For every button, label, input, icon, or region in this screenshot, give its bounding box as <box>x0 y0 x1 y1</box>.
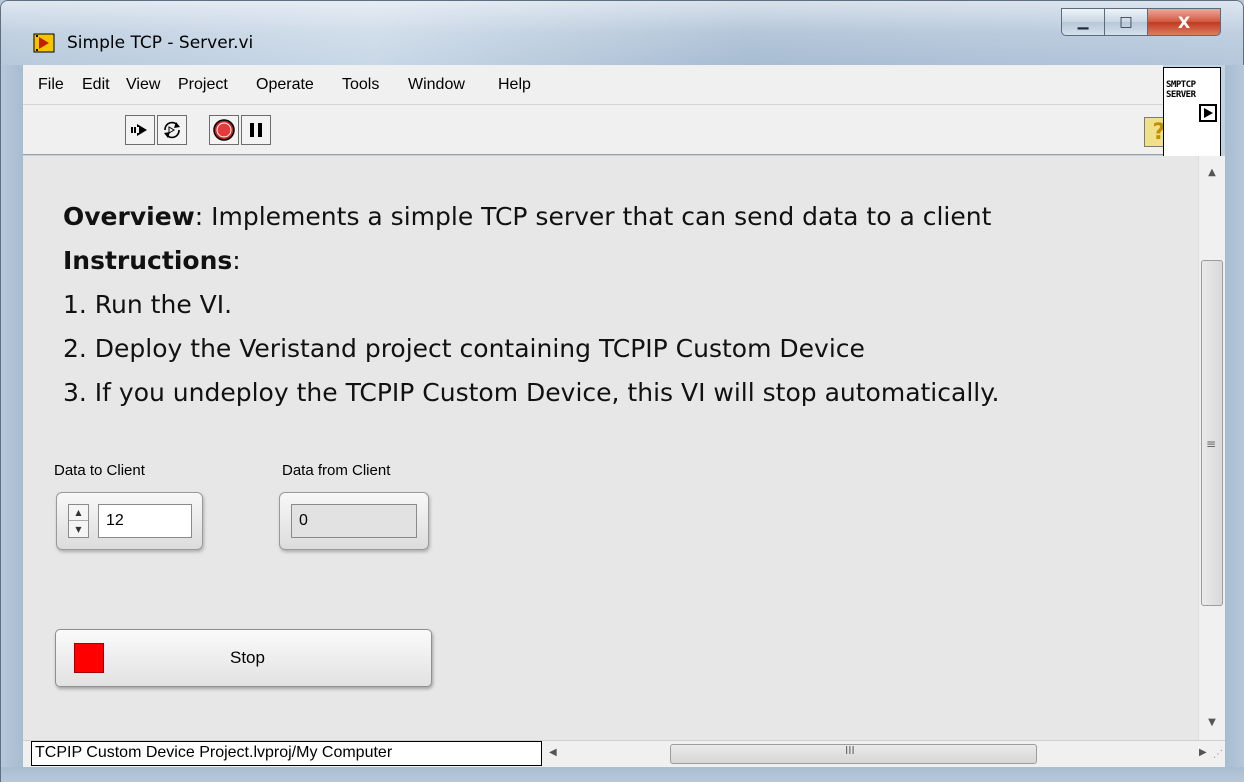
menu-project[interactable]: Project <box>178 76 228 94</box>
data-from-client-label: Data from Client <box>282 462 391 479</box>
data-to-client-label: Data to Client <box>54 462 145 479</box>
minimize-button[interactable]: ▁ <box>1061 8 1105 36</box>
pause-icon <box>250 123 262 137</box>
menu-window[interactable]: Window <box>408 76 465 94</box>
scroll-left-arrow-icon[interactable]: ◀ <box>549 747 557 758</box>
menu-tools[interactable]: Tools <box>342 76 379 94</box>
scroll-right-arrow-icon[interactable]: ▶ <box>1199 747 1207 758</box>
menu-view[interactable]: View <box>126 76 160 94</box>
vi-icon-line2: SERVER <box>1166 90 1196 100</box>
labview-app-icon <box>33 33 55 53</box>
overview-text: : Implements a simple TCP server that ca… <box>194 202 992 231</box>
window-border-left <box>1 65 23 767</box>
data-from-client-value: 0 <box>291 504 417 538</box>
data-to-client-input[interactable]: 12 <box>98 504 192 538</box>
instruction-step-1: 1. Run the VI. <box>63 290 233 319</box>
instructions-line: Instructions: <box>63 246 241 275</box>
stop-button-label: Stop <box>230 648 265 667</box>
menu-operate[interactable]: Operate <box>256 76 314 94</box>
vertical-scrollbar[interactable]: ▲ ≡ ▼ <box>1198 156 1225 740</box>
decrement-arrow-icon[interactable]: ▼ <box>69 521 88 537</box>
instructions-label: Instructions <box>63 246 233 275</box>
vi-icon-text: SMPTCP SERVER <box>1166 80 1196 100</box>
data-to-client-control: ▲ ▼ 12 <box>56 492 203 550</box>
data-to-client-stepper[interactable]: ▲ ▼ <box>68 504 89 538</box>
window-border-bottom <box>1 767 1244 782</box>
increment-arrow-icon[interactable]: ▲ <box>69 505 88 521</box>
title-bar[interactable]: Simple TCP - Server.vi ▁ □ X <box>1 1 1243 65</box>
abort-execution-button[interactable] <box>209 115 239 145</box>
run-button[interactable] <box>125 115 155 145</box>
menu-file[interactable]: File <box>38 76 64 94</box>
resize-grip-icon[interactable]: ⋰ <box>1213 749 1223 760</box>
status-bar: TCPIP Custom Device Project.lvproj/My Co… <box>23 740 1225 767</box>
vi-connector-icon[interactable]: SMPTCP SERVER <box>1163 67 1221 157</box>
vertical-scroll-thumb[interactable] <box>1201 260 1223 606</box>
vi-icon-line1: SMPTCP <box>1166 80 1196 90</box>
overview-line: Overview: Implements a simple TCP server… <box>63 202 991 231</box>
front-panel: Overview: Implements a simple TCP server… <box>23 156 1198 740</box>
run-arrow-icon <box>131 124 147 136</box>
window-controls: ▁ □ X <box>1061 8 1221 36</box>
run-continuously-button[interactable] <box>157 115 187 145</box>
maximize-button[interactable]: □ <box>1104 8 1148 36</box>
stop-button[interactable]: Stop <box>55 629 432 687</box>
menu-edit[interactable]: Edit <box>82 76 110 94</box>
run-glyph-icon <box>1199 104 1217 122</box>
vi-window: Simple TCP - Server.vi ▁ □ X File Edit V… <box>0 0 1244 782</box>
vertical-scroll-grip-icon: ≡ <box>1206 437 1217 451</box>
window-border-right <box>1225 65 1244 767</box>
scroll-down-arrow-icon[interactable]: ▼ <box>1199 712 1225 732</box>
menu-help[interactable]: Help <box>498 76 531 94</box>
close-button[interactable]: X <box>1147 8 1221 36</box>
pause-button[interactable] <box>241 115 271 145</box>
data-from-client-indicator: 0 <box>279 492 429 550</box>
instruction-step-2: 2. Deploy the Veristand project containi… <box>63 334 865 363</box>
instructions-colon: : <box>232 246 241 275</box>
window-title: Simple TCP - Server.vi <box>67 33 254 53</box>
instruction-step-3: 3. If you undeploy the TCPIP Custom Devi… <box>63 378 1000 407</box>
overview-label: Overview <box>63 202 195 231</box>
scroll-up-arrow-icon[interactable]: ▲ <box>1199 162 1225 182</box>
abort-execution-icon <box>213 119 235 141</box>
run-continuously-icon <box>164 121 180 139</box>
menu-bar: File Edit View Project Operate Tools Win… <box>23 65 1163 105</box>
horizontal-scroll-grip-icon: III <box>845 744 855 757</box>
project-context[interactable]: TCPIP Custom Device Project.lvproj/My Co… <box>31 741 542 766</box>
toolbar: ? <box>23 105 1174 155</box>
